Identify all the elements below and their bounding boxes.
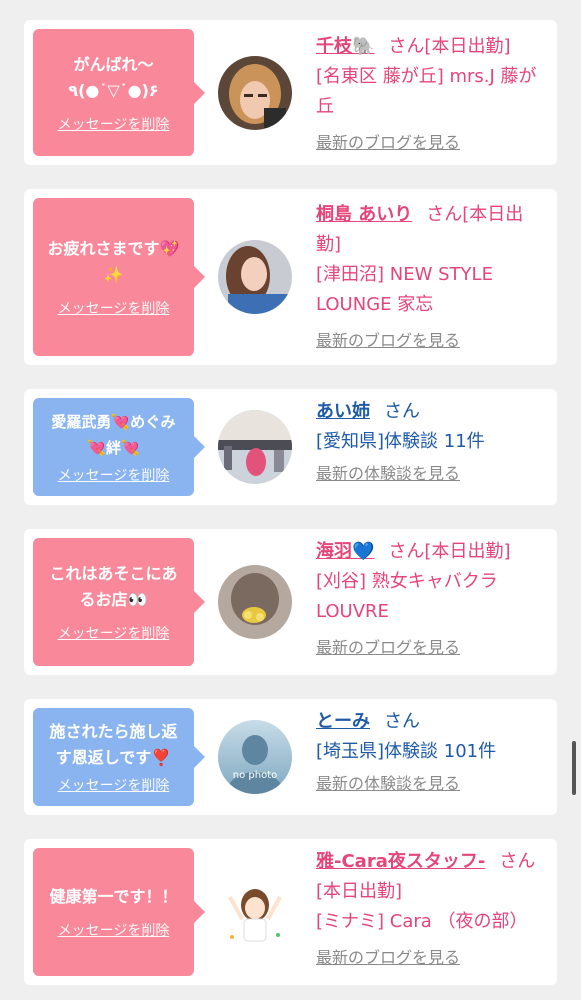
message-bubble: これはあそこにあ るお店👀 メッセージを削除	[33, 538, 205, 666]
profile-name-link[interactable]: あい姉	[316, 401, 370, 422]
message-bubble: 健康第一です！！ メッセージを削除	[33, 848, 205, 976]
no-photo-text: no photo	[233, 770, 277, 781]
shop-details: [名東区 藤が丘] mrs.J 藤が丘	[316, 66, 537, 117]
message-card: 施されたら施し返 す恩返しです❣️ メッセージを削除 no photo とーみ …	[24, 699, 557, 815]
message-bubble: がんばれ〜 ٩(●˙▽˙●)۶ メッセージを削除	[33, 29, 205, 156]
message-text: 施されたら施し返 す恩返しです❣️	[49, 722, 178, 767]
profile-name-link[interactable]: 海羽💙	[316, 541, 374, 562]
message-card: がんばれ〜 ٩(●˙▽˙●)۶ メッセージを削除 千枝🐘 さん[本日出勤] [名東…	[24, 20, 557, 165]
delete-message-link[interactable]: メッセージを削除	[58, 298, 170, 318]
delete-message-link[interactable]: メッセージを削除	[58, 920, 170, 940]
message-card: 愛羅武勇💘めぐみ 💘絆💘 メッセージを削除 あい姉 さん [愛知県]体験談 11件…	[24, 389, 557, 505]
profile-info: とーみ さん [埼玉県]体験談 101件 最新の体験談を見る	[316, 707, 546, 799]
avatar[interactable]	[218, 240, 292, 314]
avatar[interactable]	[218, 410, 292, 484]
profile-name-link[interactable]: 雅-Cara夜スタッフ-	[316, 851, 485, 872]
latest-review-link[interactable]: 最新の体験談を見る	[316, 769, 546, 799]
delete-message-link[interactable]: メッセージを削除	[58, 114, 170, 134]
profile-name-link[interactable]: とーみ	[316, 711, 370, 732]
message-text: これはあそこにあ るお店👀	[49, 564, 178, 609]
message-card: お疲れさまです💖 ✨ メッセージを削除 桐島 あいり さん[本日出勤] [津田沼]…	[24, 189, 557, 365]
latest-blog-link[interactable]: 最新のブログを見る	[316, 943, 546, 973]
profile-info: 千枝🐘 さん[本日出勤] [名東区 藤が丘] mrs.J 藤が丘 最新のブログを見…	[316, 32, 546, 158]
message-text: 健康第一です！！	[49, 887, 178, 906]
delete-message-link[interactable]: メッセージを削除	[58, 465, 170, 485]
profile-name-link[interactable]: 桐島 あいり	[316, 204, 412, 225]
no-photo-avatar[interactable]: no photo	[218, 720, 292, 794]
avatar[interactable]	[218, 56, 292, 130]
latest-blog-link[interactable]: 最新のブログを見る	[316, 326, 546, 356]
review-count: [愛知県]体験談 11件	[316, 431, 485, 452]
shop-details: [刈谷] 熟女キャバクラ LOUVRE	[316, 571, 498, 622]
message-bubble: 愛羅武勇💘めぐみ 💘絆💘 メッセージを削除	[33, 398, 205, 496]
profile-info: あい姉 さん [愛知県]体験談 11件 最新の体験談を見る	[316, 397, 546, 489]
profile-info: 雅-Cara夜スタッフ- さん[本日出勤] [ミナミ] Cara （夜の部） 最新…	[316, 847, 546, 973]
message-card: 健康第一です！！ メッセージを削除 雅-Cara夜スタッフ- さん[本日出勤] […	[24, 839, 557, 985]
message-card: これはあそこにあ るお店👀 メッセージを削除 海羽💙 さん[本日出勤] [刈谷] …	[24, 529, 557, 675]
message-text: お疲れさまです💖 ✨	[47, 239, 180, 284]
latest-review-link[interactable]: 最新の体験談を見る	[316, 459, 546, 489]
profile-info: 海羽💙 さん[本日出勤] [刈谷] 熟女キャバクラ LOUVRE 最新のブログを見…	[316, 537, 546, 663]
message-text: がんばれ〜 ٩(●˙▽˙●)۶	[68, 54, 159, 100]
review-count: [埼玉県]体験談 101件	[316, 741, 497, 762]
shop-details: [ミナミ] Cara （夜の部）	[316, 911, 528, 932]
latest-blog-link[interactable]: 最新のブログを見る	[316, 128, 546, 158]
shop-details: [津田沼] NEW STYLE LOUNGE 家忘	[316, 264, 493, 315]
message-bubble: 施されたら施し返 す恩返しです❣️ メッセージを削除	[33, 708, 205, 806]
message-bubble: お疲れさまです💖 ✨ メッセージを削除	[33, 198, 205, 356]
message-text: 愛羅武勇💘めぐみ 💘絆💘	[51, 413, 176, 457]
avatar[interactable]	[218, 565, 292, 639]
delete-message-link[interactable]: メッセージを削除	[58, 775, 170, 795]
delete-message-link[interactable]: メッセージを削除	[58, 623, 170, 643]
scrollbar[interactable]	[572, 741, 576, 795]
profile-name-link[interactable]: 千枝🐘	[316, 36, 374, 57]
profile-info: 桐島 あいり さん[本日出勤] [津田沼] NEW STYLE LOUNGE 家忘…	[316, 200, 546, 356]
cheer-illustration-avatar[interactable]	[218, 875, 292, 949]
latest-blog-link[interactable]: 最新のブログを見る	[316, 633, 546, 663]
